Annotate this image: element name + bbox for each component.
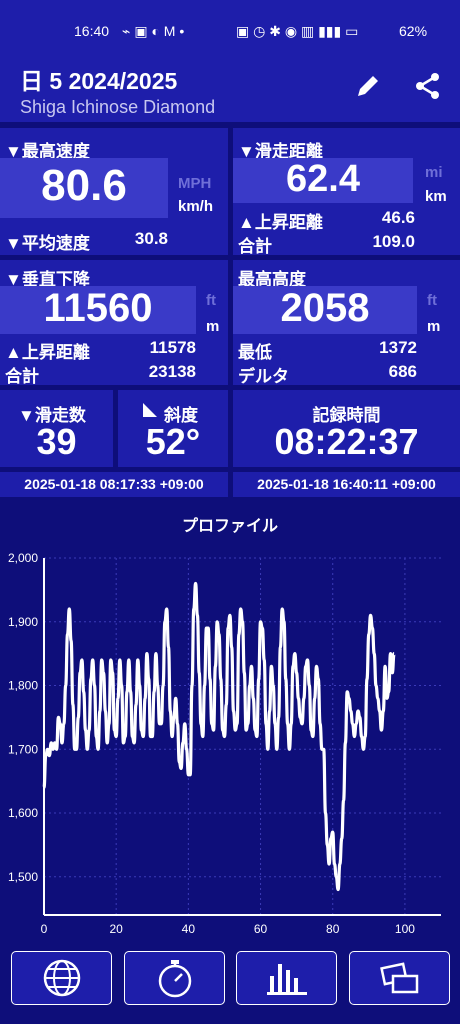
vertical-drop-value: 11560 — [43, 286, 153, 330]
status-bar: 16:40 ⌁ ▣ ◐ M • ▣ ◷ ✱ ◉ ▥ ▮▮▮ ▭ 62% — [0, 0, 460, 60]
altitude-unit[interactable]: m — [427, 318, 440, 335]
x-tick-label: 60 — [254, 922, 268, 936]
distance-unit-alt[interactable]: mi — [425, 164, 443, 181]
record-time-panel: 記録時間 08:22:37 — [233, 390, 460, 467]
vertical-climb-value: 11578 — [149, 338, 196, 357]
slope-icon — [143, 403, 157, 417]
altitude-series-line — [42, 581, 396, 892]
max-speed-value: 80.6 — [41, 161, 127, 210]
distance-unit[interactable]: km — [425, 188, 447, 205]
x-tick-label: 40 — [182, 922, 196, 936]
run-count-value: 39 — [36, 421, 77, 462]
y-tick-label: 1,900 — [8, 615, 38, 629]
y-tick-label: 1,600 — [8, 806, 38, 820]
x-tick-label: 100 — [395, 922, 415, 936]
x-tick-label: 0 — [41, 922, 48, 936]
share-icon[interactable] — [414, 72, 442, 100]
nav-stats-button[interactable] — [236, 951, 337, 1005]
min-altitude-label: 最低 — [238, 343, 272, 362]
profile-chart-panel: プロファイル 1,500 1,600 1,700 1,800 1,900 2,000 0 20… — [0, 502, 460, 946]
speed-unit[interactable]: km/h — [178, 198, 213, 215]
speed-panel: ▼最高速度 80.6 MPH km/h ▼平均速度 30.8 — [0, 128, 228, 255]
cards-icon — [380, 962, 419, 994]
start-time-bar: 2025-01-18 08:17:33 +09:00 — [0, 472, 228, 497]
speed-unit-alt[interactable]: MPH — [178, 175, 211, 192]
nav-list-button[interactable] — [349, 951, 450, 1005]
x-tick-label: 80 — [326, 922, 340, 936]
resort-name: Shiga Ichinose Diamond — [20, 97, 216, 117]
total-distance-label: 合計 — [238, 237, 272, 256]
avg-speed-value: 30.8 — [134, 229, 168, 248]
climb-distance-value: 46.6 — [381, 208, 415, 227]
bar-chart-icon — [267, 964, 307, 995]
start-time: 2025-01-18 08:17:33 +09:00 — [24, 476, 204, 492]
vertical-total-value: 23138 — [148, 362, 196, 381]
y-tick-label: 1,800 — [8, 679, 38, 693]
end-time-bar: 2025-01-18 16:40:11 +09:00 — [233, 472, 460, 497]
vertical-unit[interactable]: m — [206, 318, 219, 335]
y-tick-label: 1,500 — [8, 870, 38, 884]
altitude-profile-chart[interactable]: 1,500 1,600 1,700 1,800 1,900 2,000 0 20 40 60 80 1… — [0, 542, 460, 942]
record-time-value: 08:22:37 — [274, 421, 419, 462]
max-altitude-value: 2058 — [280, 286, 370, 330]
chart-title: プロファイル — [181, 518, 278, 535]
y-tick-label: 1,700 — [8, 742, 38, 756]
slope-value: 52° — [145, 421, 201, 462]
climb-distance-label: ▲上昇距離 — [238, 213, 323, 232]
distance-panel: ▼滑走距離 62.4 mi km ▲上昇距離 46.6 合計 109.0 — [233, 128, 460, 256]
vertical-panel: ▼垂直下降 11560 ft m ▲上昇距離 11578 合計 23138 — [0, 260, 228, 386]
notification-icons: ⌁ ▣ ◐ M • — [122, 23, 185, 39]
min-altitude-value: 1372 — [379, 338, 417, 357]
globe-icon — [43, 959, 81, 997]
nav-timer-button[interactable] — [124, 951, 225, 1005]
vertical-unit-alt[interactable]: ft — [206, 292, 216, 309]
x-tick-label: 20 — [110, 922, 124, 936]
altitude-unit-alt[interactable]: ft — [427, 292, 437, 309]
altitude-panel: 最高高度 2058 ft m 最低 1372 デルタ 686 — [233, 260, 460, 386]
stopwatch-icon — [158, 960, 192, 998]
total-distance-value: 109.0 — [372, 232, 415, 251]
delta-altitude-value: 686 — [388, 362, 417, 381]
vertical-total-label: 合計 — [5, 367, 39, 386]
slope-panel: 斜度 52° — [118, 390, 228, 467]
delta-altitude-label: デルタ — [238, 367, 289, 386]
avg-speed-label[interactable]: ▼平均速度 — [5, 229, 90, 254]
edit-icon[interactable] — [354, 72, 382, 100]
system-icons: ▣ ◷ ✱ ◉ ▥ ▮▮▮ ▭ — [236, 23, 359, 39]
status-battery: 62% — [399, 23, 428, 39]
nav-map-button[interactable] — [11, 951, 112, 1005]
page-title: 日 5 2024/2025 — [20, 68, 178, 94]
y-tick-label: 2,000 — [8, 551, 38, 565]
status-time: 16:40 — [74, 23, 110, 39]
end-time: 2025-01-18 16:40:11 +09:00 — [257, 476, 436, 492]
run-distance-value: 62.4 — [286, 158, 360, 200]
vertical-climb-label: ▲上昇距離 — [5, 343, 90, 362]
runs-panel: ▼滑走数 39 — [0, 390, 113, 467]
